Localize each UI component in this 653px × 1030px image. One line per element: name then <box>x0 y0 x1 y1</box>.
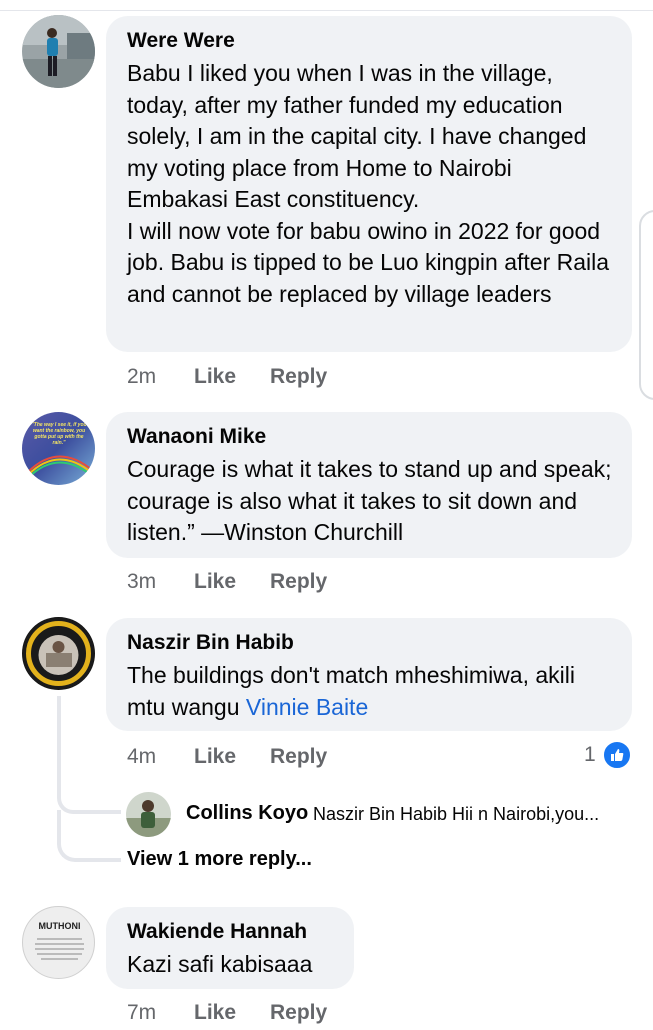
mention-link[interactable]: Vinnie Baite <box>246 694 368 720</box>
top-divider <box>0 10 653 11</box>
comment-bubble: Were Were Babu I liked you when I was in… <box>106 16 632 352</box>
comment-author[interactable]: Wakiende Hannah <box>127 919 334 945</box>
avatar-quote: "The way I see it, if you want the rainb… <box>31 422 87 446</box>
comment-author[interactable]: Wanaoni Mike <box>127 424 612 450</box>
like-button[interactable]: Like <box>194 362 236 392</box>
comment-bubble: Wakiende Hannah Kazi safi kabisaaa <box>106 907 354 989</box>
comment-text: The buildings don't match mheshimiwa, ak… <box>127 660 612 723</box>
timestamp[interactable]: 7m <box>127 998 156 1028</box>
comment-text: Babu I liked you when I was in the villa… <box>127 60 610 307</box>
like-button[interactable]: Like <box>194 998 236 1028</box>
reply-button[interactable]: Reply <box>270 998 327 1028</box>
reaction-count: 1 <box>584 743 596 766</box>
like-button[interactable]: Like <box>194 742 236 772</box>
timestamp[interactable]: 4m <box>127 742 156 772</box>
avatar[interactable]: MUTHONI <box>22 906 95 979</box>
thread-line <box>57 696 61 796</box>
avatar[interactable] <box>22 617 95 690</box>
reply-snippet: Naszir Bin Habib Hii n Nairobi,you... <box>313 804 600 824</box>
thread-connector <box>57 810 121 862</box>
timestamp[interactable]: 3m <box>127 567 156 597</box>
comment-text: Courage is what it takes to stand up and… <box>127 456 612 545</box>
thumbs-up-icon <box>602 740 632 770</box>
reply-avatar[interactable] <box>126 792 171 837</box>
reply-button[interactable]: Reply <box>270 362 327 392</box>
side-panel-edge <box>639 210 653 400</box>
comment-bubble: Naszir Bin Habib The buildings don't mat… <box>106 618 632 731</box>
timestamp[interactable]: 2m <box>127 362 156 392</box>
avatar[interactable]: "The way I see it, if you want the rainb… <box>22 412 95 485</box>
reply-button[interactable]: Reply <box>270 742 327 772</box>
comment-author[interactable]: Naszir Bin Habib <box>127 630 612 656</box>
reply-author[interactable]: Collins Koyo <box>186 802 308 825</box>
view-more-replies-button[interactable]: View 1 more reply... <box>127 848 312 871</box>
reply-button[interactable]: Reply <box>270 567 327 597</box>
avatar[interactable] <box>22 15 95 88</box>
comment-text: Kazi safi kabisaaa <box>127 951 313 977</box>
comment-bubble: Wanaoni Mike Courage is what it takes to… <box>106 412 632 558</box>
like-button[interactable]: Like <box>194 567 236 597</box>
comment-author[interactable]: Were Were <box>127 28 612 54</box>
